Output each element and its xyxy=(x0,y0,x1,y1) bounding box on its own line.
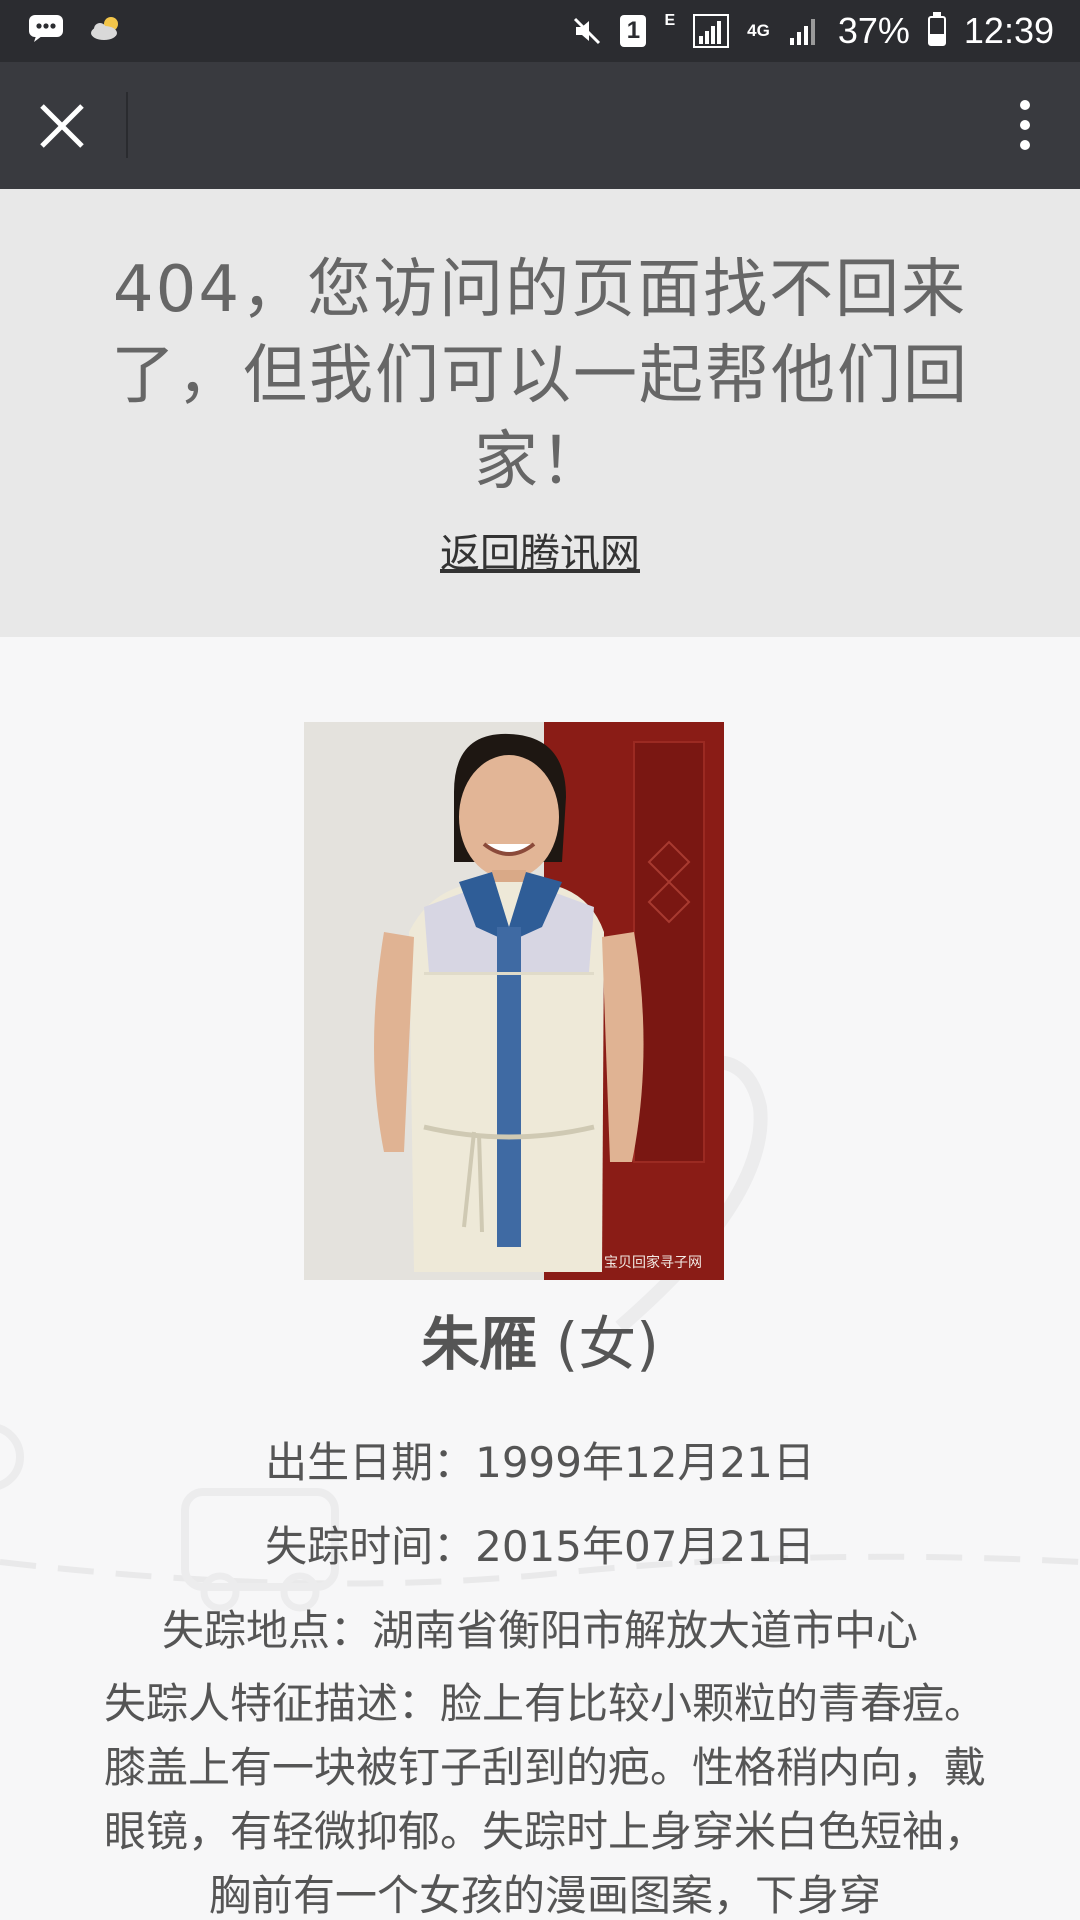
back-to-qq-link[interactable]: 返回腾讯网 xyxy=(440,521,640,579)
missing-person-photo: 宝贝回家寻子网 xyxy=(304,722,724,1280)
more-menu-button[interactable] xyxy=(1000,92,1050,158)
missing-place: 失踪地点：湖南省衡阳市解放大道市中心 xyxy=(161,1606,918,1655)
missing-person-card: 宝贝回家寻子网 朱雁 (女) 出生日期：1999年12月21日 失踪时间：201… xyxy=(0,637,1080,1920)
error-banner: 404，您访问的页面找不回来了，但我们可以一起帮他们回家！ 返回腾讯网 xyxy=(0,189,1080,637)
mute-icon xyxy=(572,16,602,46)
notification-icons xyxy=(28,14,124,42)
nav-divider xyxy=(126,92,128,158)
photo-watermark-text: 宝贝回家寻子网 xyxy=(604,1254,702,1271)
network-type-4g: 4G xyxy=(747,21,770,40)
sim-slot-badge: 1 xyxy=(620,15,647,47)
battery-percent: 37% xyxy=(837,10,910,51)
message-icon xyxy=(28,14,64,42)
close-button[interactable] xyxy=(34,98,90,154)
missing-time: 失踪时间：2015年07月21日 xyxy=(265,1522,815,1571)
birth-date: 出生日期：1999年12月21日 xyxy=(265,1438,815,1487)
clock: 12:39 xyxy=(963,10,1054,51)
network-type-e: E xyxy=(664,12,676,29)
close-icon xyxy=(40,104,84,148)
person-gender: (女) xyxy=(555,1310,659,1378)
status-bar: 1 E 4G 37% 12:39 xyxy=(0,0,1080,62)
signal-icon xyxy=(693,14,730,48)
more-vertical-icon xyxy=(1020,100,1030,150)
signal-strength-icon xyxy=(788,16,820,46)
person-description: 失踪人特征描述：脸上有比较小颗粒的青春痘。膝盖上有一块被钉子刮到的疤。性格稍内向… xyxy=(103,1679,986,1920)
battery-icon xyxy=(927,12,946,46)
person-name-line: 朱雁 (女) xyxy=(0,1297,1080,1381)
person-name: 朱雁 xyxy=(421,1310,538,1378)
weather-icon xyxy=(88,14,124,42)
system-status: 1 E 4G 37% 12:39 xyxy=(572,8,1054,54)
error-message: 404，您访问的页面找不回来了，但我们可以一起帮他们回家！ xyxy=(111,253,969,499)
browser-nav-bar xyxy=(0,62,1080,189)
